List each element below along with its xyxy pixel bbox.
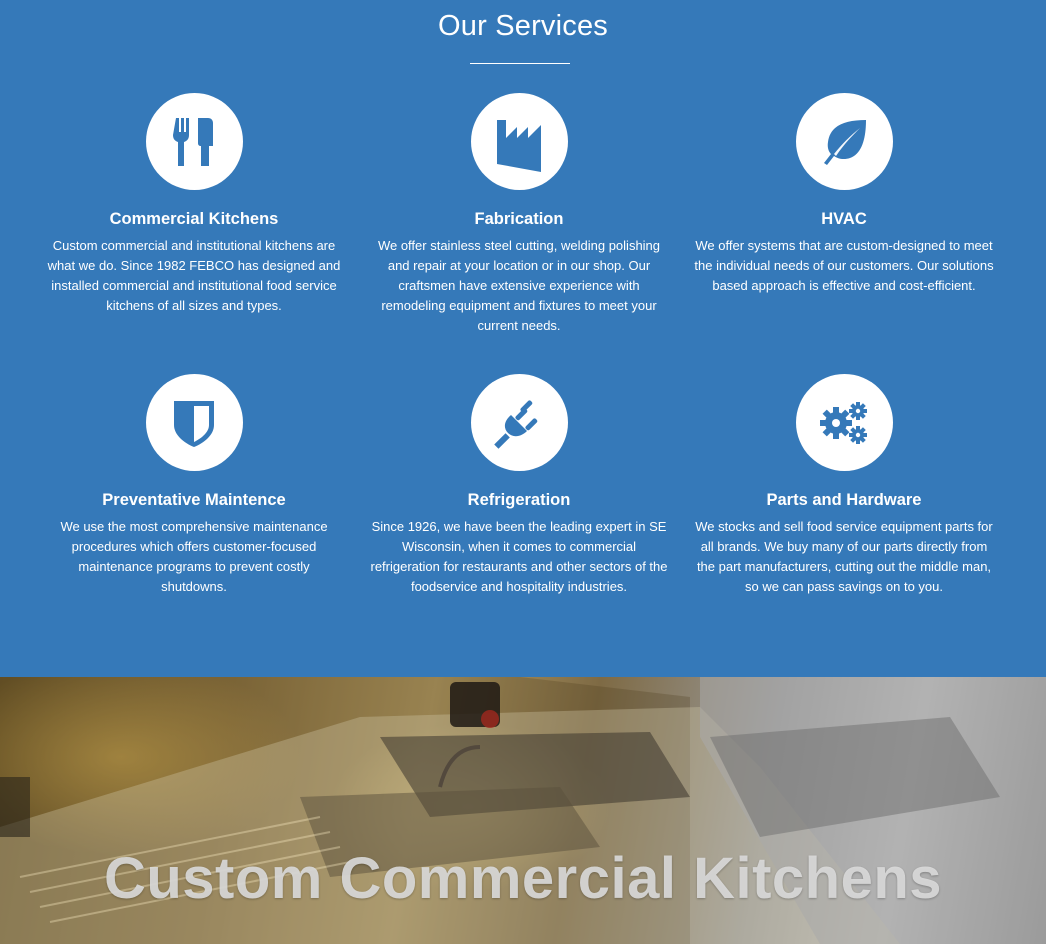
service-title: Commercial Kitchens xyxy=(109,210,279,228)
service-description: Custom commercial and institutional kitc… xyxy=(47,238,341,313)
hero-title: Custom Commercial Kitchens xyxy=(103,846,943,911)
service-card-commercial-kitchens: Commercial Kitchens Custom commercial an… xyxy=(44,93,344,316)
service-description: We offer systems that are custom-designe… xyxy=(694,238,994,293)
service-card-parts-hardware: Parts and Hardware We stocks and sell fo… xyxy=(694,374,994,597)
service-card-preventative-maintenance: Preventative Maintence We use the most c… xyxy=(44,374,344,597)
service-title: Preventative Maintence xyxy=(102,491,286,509)
title-divider xyxy=(470,63,570,64)
service-icon-circle xyxy=(470,374,568,471)
service-card-fabrication: Fabrication We offer stainless steel cut… xyxy=(369,93,669,336)
shield-icon xyxy=(174,400,214,447)
service-icon-circle xyxy=(795,93,893,190)
service-description: We stocks and sell food service equipmen… xyxy=(695,519,993,594)
service-icon-circle xyxy=(145,93,243,190)
service-description: We use the most comprehensive maintenanc… xyxy=(60,519,328,594)
service-description: We offer stainless steel cutting, weldin… xyxy=(377,238,661,333)
service-title: Fabrication xyxy=(474,210,564,228)
service-description: Since 1926, we have been the leading exp… xyxy=(370,519,668,594)
utensils-icon xyxy=(173,117,213,166)
service-title: HVAC xyxy=(821,210,867,228)
leaf-icon xyxy=(824,119,866,165)
hero-banner: Custom Commercial Kitchens xyxy=(0,677,1046,944)
service-title: Parts and Hardware xyxy=(766,491,922,509)
service-icon-circle xyxy=(470,93,568,190)
gears-icon xyxy=(820,401,867,444)
service-card-hvac: HVAC We offer systems that are custom-de… xyxy=(694,93,994,296)
section-title: Our Services xyxy=(438,10,608,42)
factory-icon xyxy=(497,119,541,172)
service-card-refrigeration: Refrigeration Since 1926, we have been t… xyxy=(369,374,669,597)
services-section: Our Services Commercial Kitchens Custom … xyxy=(0,0,1046,677)
service-title: Refrigeration xyxy=(467,491,571,509)
plug-icon xyxy=(494,399,538,449)
service-icon-circle xyxy=(795,374,893,471)
service-icon-circle xyxy=(145,374,243,471)
